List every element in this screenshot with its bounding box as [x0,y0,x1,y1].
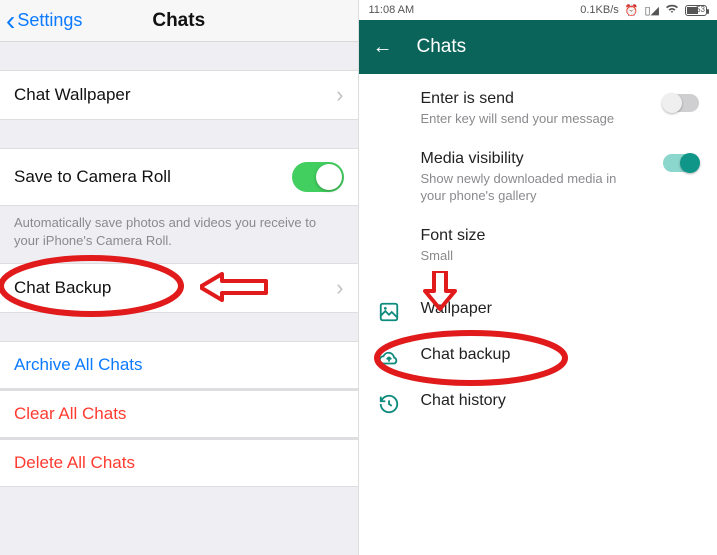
enter-is-send-row[interactable]: Enter is send Enter key will send your m… [377,90,700,128]
font-size-value: Small [421,247,661,265]
signal-icon: ▯◢ [644,4,659,17]
enter-is-send-sub: Enter key will send your message [421,110,644,128]
chat-backup-label: Chat backup [421,346,700,364]
archive-all-label: Archive All Chats [14,355,143,375]
back-label: Settings [17,10,82,31]
cloud-upload-icon [377,346,401,370]
save-camera-roll-toggle[interactable] [292,162,344,192]
chat-history-label: Chat history [421,392,700,410]
ios-chats-settings-screen: ‹ Settings Chats Chat Wallpaper › Save t… [0,0,359,555]
wallpaper-label: Wallpaper [421,300,700,318]
media-visibility-row[interactable]: Media visibility Show newly downloaded m… [377,150,700,205]
wallpaper-icon [377,300,401,324]
page-title: Chats [417,36,467,58]
history-icon [377,392,401,416]
font-size-row[interactable]: Font size Small [377,227,700,265]
status-bar: 11:08 AM 0.1KB/s ⏰ ▯◢ 53 [359,0,717,20]
media-visibility-label: Media visibility [421,150,644,168]
android-chats-settings-screen: 11:08 AM 0.1KB/s ⏰ ▯◢ 53 ← Chats Enter i… [359,0,717,555]
wallpaper-row[interactable]: Wallpaper [377,300,700,324]
ios-nav-bar: ‹ Settings Chats [0,0,358,42]
wifi-icon [665,4,679,17]
enter-is-send-toggle[interactable] [663,94,699,112]
back-button[interactable]: ← [373,36,393,59]
delete-all-chats-row[interactable]: Delete All Chats [0,439,358,487]
delete-all-label: Delete All Chats [14,453,135,473]
archive-all-chats-row[interactable]: Archive All Chats [0,341,358,389]
alarm-icon: ⏰ [625,4,639,17]
back-button[interactable]: ‹ Settings [6,7,82,35]
chat-backup-label: Chat Backup [14,278,111,298]
save-camera-roll-row[interactable]: Save to Camera Roll [0,148,358,206]
chat-wallpaper-row[interactable]: Chat Wallpaper › [0,70,358,120]
status-time: 11:08 AM [369,4,415,16]
save-camera-roll-note: Automatically save photos and videos you… [0,206,358,257]
data-rate: 0.1KB/s [580,4,619,16]
font-size-label: Font size [421,227,700,245]
app-bar: ← Chats [359,20,717,74]
enter-is-send-label: Enter is send [421,90,644,108]
chevron-right-icon: › [336,277,343,299]
chat-backup-row[interactable]: Chat Backup › [0,263,358,313]
chevron-left-icon: ‹ [6,7,15,35]
media-visibility-toggle[interactable] [663,154,699,172]
clear-all-label: Clear All Chats [14,404,126,424]
annotation-arrow-icon [200,270,270,304]
clear-all-chats-row[interactable]: Clear All Chats [0,390,358,438]
media-visibility-sub: Show newly downloaded media in your phon… [421,170,644,205]
battery-icon: 53 [685,5,707,16]
chat-wallpaper-label: Chat Wallpaper [14,85,131,105]
save-camera-roll-label: Save to Camera Roll [14,167,171,187]
chevron-right-icon: › [336,84,343,106]
chat-backup-row[interactable]: Chat backup [377,346,700,370]
chat-history-row[interactable]: Chat history [377,392,700,416]
